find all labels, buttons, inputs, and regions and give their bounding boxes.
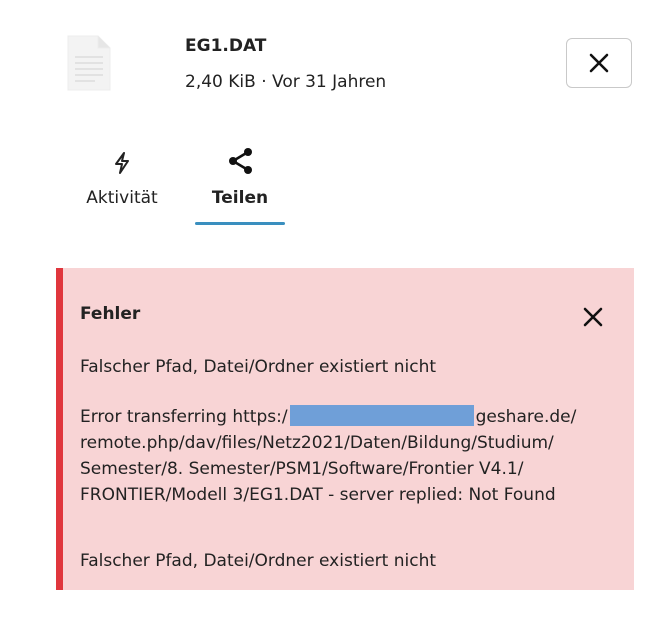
dismiss-error-button[interactable]	[576, 300, 610, 334]
share-icon	[225, 146, 255, 176]
file-meta: 2,40 KiB · Vor 31 Jahren	[185, 72, 386, 92]
close-icon	[589, 53, 609, 73]
close-icon	[583, 307, 603, 327]
lightning-icon	[112, 148, 132, 178]
error-title: Fehler	[80, 304, 141, 324]
tab-share[interactable]: Teilen	[195, 146, 285, 208]
active-tab-indicator	[195, 222, 285, 225]
error-detail: Error transferring https:/ geshare.de/ re…	[80, 404, 630, 508]
tab-activity[interactable]: Aktivität	[80, 148, 164, 208]
error-detail-line: remote.php/dav/files/Netz2021/Daten/Bild…	[80, 433, 554, 453]
error-message: Falscher Pfad, Datei/Ordner existiert ni…	[80, 551, 437, 571]
error-detail-suffix: geshare.de/	[475, 407, 577, 427]
error-detail-line: Semester/8. Semester/PSM1/Software/Front…	[80, 459, 524, 479]
error-detail-prefix: Error transferring https:/	[80, 407, 288, 427]
document-icon	[66, 34, 112, 92]
redacted-hostname	[289, 405, 474, 426]
error-notification: Fehler Falscher Pfad, Datei/Ordner exist…	[56, 268, 634, 590]
meta-separator: ·	[255, 72, 273, 92]
file-name: EG1.DAT	[185, 36, 267, 56]
close-sidebar-button[interactable]	[566, 38, 632, 88]
tab-activity-label: Aktivität	[86, 188, 158, 208]
file-age: Vor 31 Jahren	[272, 72, 387, 92]
file-size: 2,40 KiB	[185, 72, 256, 92]
error-detail-line: FRONTIER/Modell 3/EG1.DAT - server repli…	[80, 485, 556, 505]
error-detail-line: Error transferring https:/ geshare.de/	[80, 404, 630, 430]
error-message: Falscher Pfad, Datei/Ordner existiert ni…	[80, 357, 437, 377]
tab-share-label: Teilen	[211, 188, 269, 208]
